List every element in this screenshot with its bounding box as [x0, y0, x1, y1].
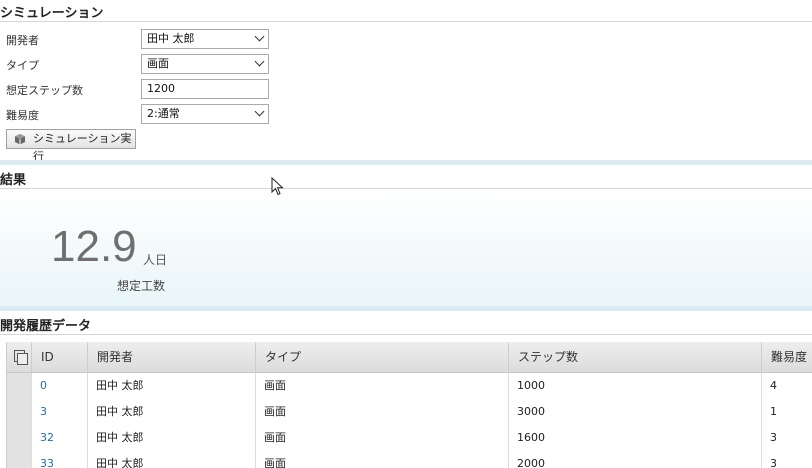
cell-type: 画面 [255, 425, 508, 451]
row-header[interactable] [7, 425, 32, 451]
column-header-steps[interactable]: ステップ数 [508, 342, 761, 372]
result-divider [0, 188, 812, 189]
difficulty-select-value: 2:通常 [147, 107, 180, 120]
table-row[interactable]: 3 田中 太郎 画面 3000 1 [7, 399, 812, 426]
cell-developer: 田中 太郎 [87, 451, 255, 468]
column-header-difficulty[interactable]: 難易度 [761, 342, 812, 372]
row-header[interactable] [7, 373, 32, 399]
steps-label: 想定ステップ数 [6, 84, 83, 97]
type-select[interactable]: 画面 [141, 54, 269, 74]
table-row[interactable]: 33 田中 太郎 画面 2000 3 [7, 451, 812, 468]
result-caption: 想定工数 [117, 279, 166, 293]
simulation-title: シミュレーション [0, 6, 104, 21]
developer-label: 開発者 [6, 34, 39, 47]
steps-input[interactable]: 1200 [141, 79, 269, 99]
type-select-value: 画面 [147, 57, 169, 70]
column-header-id[interactable]: ID [31, 342, 87, 372]
cube-icon [15, 134, 25, 145]
result-value: 12.9 [51, 222, 137, 271]
result-title: 結果 [0, 173, 27, 188]
run-simulation-button[interactable]: シミュレーション実行 [6, 129, 136, 163]
chevron-down-icon [254, 31, 265, 42]
section-separator [0, 306, 812, 311]
difficulty-label: 難易度 [6, 109, 39, 122]
cell-id[interactable]: 32 [31, 425, 87, 451]
cell-steps: 3000 [508, 399, 761, 425]
cell-id[interactable]: 0 [31, 373, 87, 399]
developer-select[interactable]: 田中 太郎 [141, 29, 269, 49]
row-header[interactable] [7, 451, 32, 468]
cell-difficulty: 1 [761, 399, 812, 425]
developer-select-value: 田中 太郎 [147, 32, 195, 45]
cell-difficulty: 3 [761, 451, 812, 468]
cell-type: 画面 [255, 399, 508, 425]
cell-developer: 田中 太郎 [87, 425, 255, 451]
steps-input-value: 1200 [147, 82, 175, 95]
cell-steps: 2000 [508, 451, 761, 468]
chevron-down-icon [254, 56, 265, 67]
cell-type: 画面 [255, 373, 508, 399]
cell-id[interactable]: 33 [31, 451, 87, 468]
history-table: ID 開発者 タイプ ステップ数 難易度 0 田中 太郎 画面 1000 4 3… [6, 342, 812, 468]
simulation-divider [0, 21, 812, 22]
table-row[interactable]: 32 田中 太郎 画面 1600 3 [7, 425, 812, 452]
history-title: 開発履歴データ [0, 319, 92, 334]
cell-id[interactable]: 3 [31, 399, 87, 425]
mouse-cursor-icon [271, 177, 284, 196]
cell-steps: 1600 [508, 425, 761, 451]
history-divider [0, 334, 812, 335]
cell-difficulty: 3 [761, 425, 812, 451]
cell-type: 画面 [255, 451, 508, 468]
table-row[interactable]: 0 田中 太郎 画面 1000 4 [7, 373, 812, 400]
column-header-developer[interactable]: 開発者 [87, 342, 255, 372]
row-header[interactable] [7, 399, 32, 425]
cell-difficulty: 4 [761, 373, 812, 399]
column-header-type[interactable]: タイプ [255, 342, 508, 372]
cell-steps: 1000 [508, 373, 761, 399]
copy-icon[interactable] [7, 342, 31, 372]
difficulty-select[interactable]: 2:通常 [141, 104, 269, 124]
chevron-down-icon [254, 106, 265, 117]
table-header: ID 開発者 タイプ ステップ数 難易度 [7, 342, 812, 373]
result-unit: 人日 [143, 253, 168, 267]
type-label: タイプ [6, 59, 39, 72]
cell-developer: 田中 太郎 [87, 373, 255, 399]
section-separator [0, 160, 812, 165]
cell-developer: 田中 太郎 [87, 399, 255, 425]
